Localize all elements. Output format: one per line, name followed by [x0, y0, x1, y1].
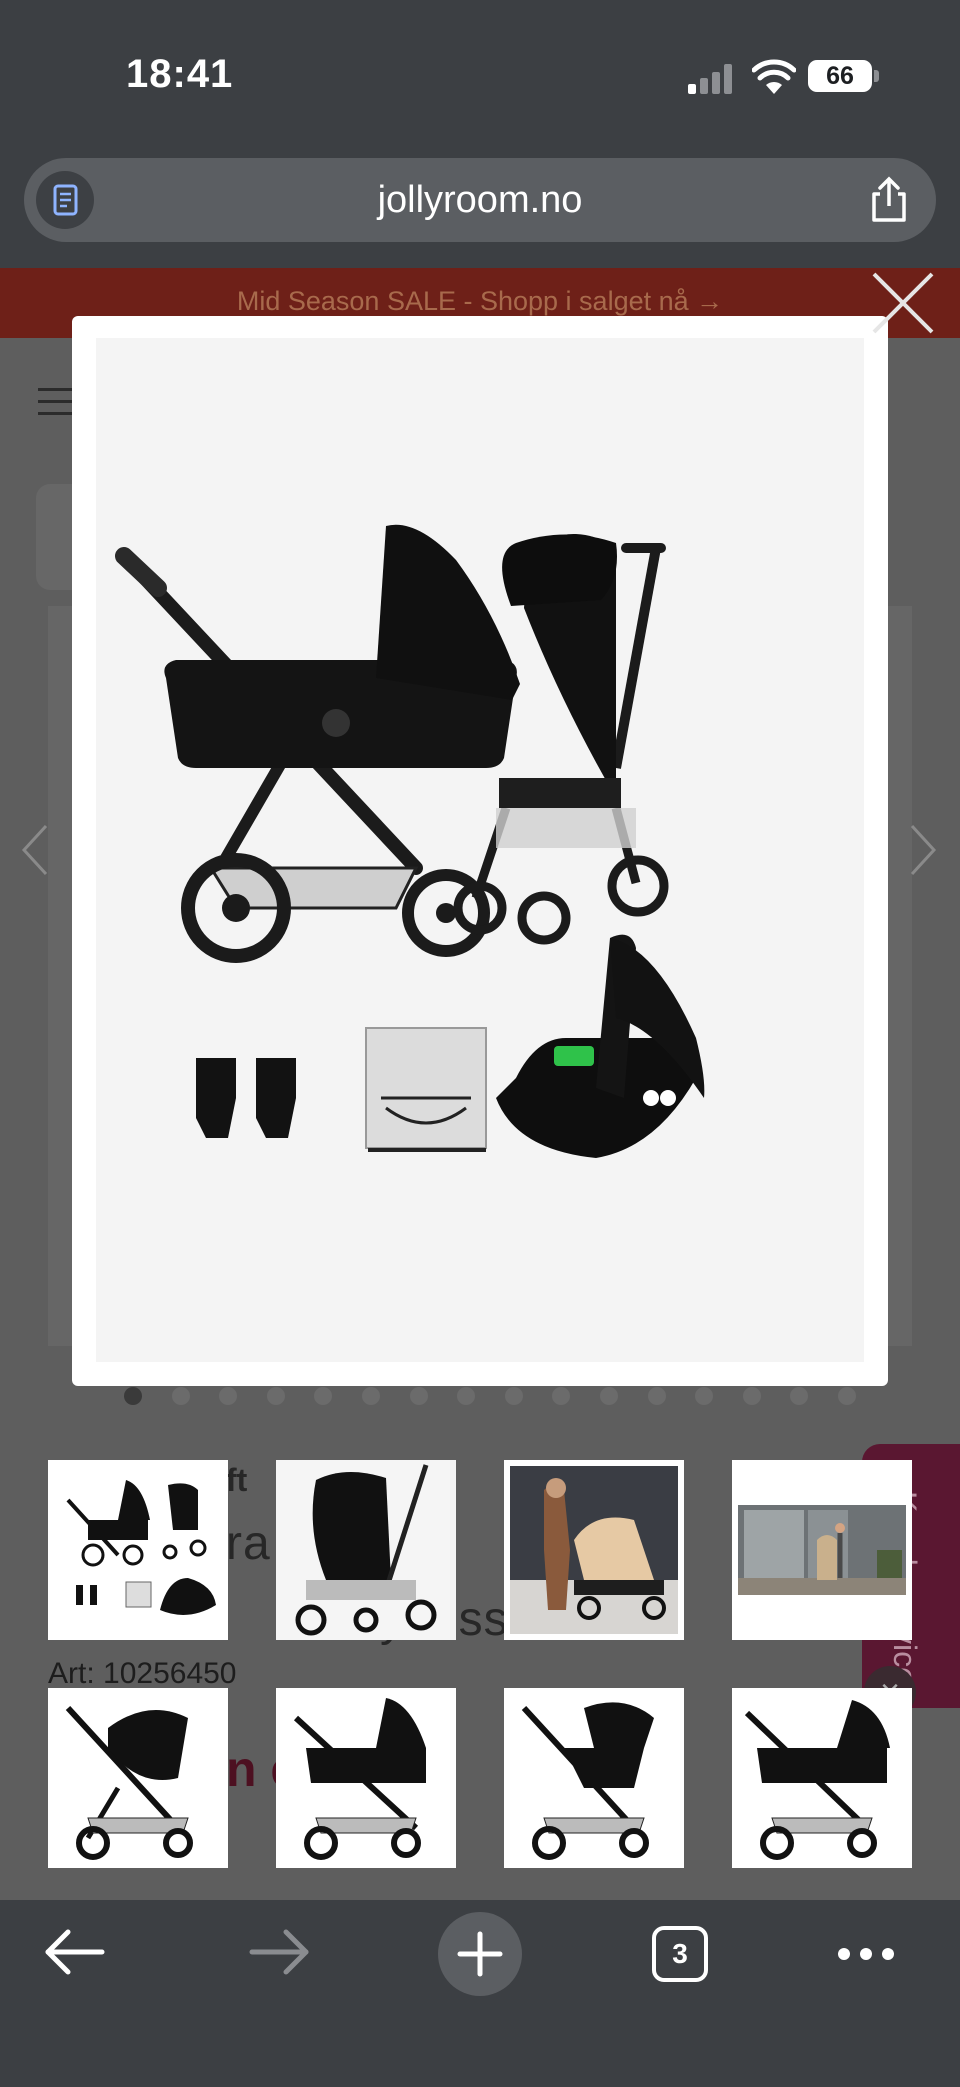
- product-image-large[interactable]: [96, 338, 864, 1362]
- battery-nub: [874, 70, 879, 82]
- status-time: 18:41: [126, 52, 234, 96]
- browser-toolbar: 3: [0, 1900, 960, 2087]
- product-brand: ft: [226, 1462, 248, 1498]
- menu-icon[interactable]: [38, 388, 74, 416]
- gallery-dot[interactable]: [838, 1387, 856, 1405]
- cellular-signal-icon: [688, 64, 734, 94]
- image-lightbox: [72, 316, 888, 1386]
- thumbnail-image: [65, 1705, 193, 1860]
- thumbnail-side-view-seat-2[interactable]: [504, 1688, 684, 1868]
- thumbnail-lifestyle-woman[interactable]: [504, 1460, 684, 1640]
- thumbnail-side-view-carrycot-2[interactable]: [732, 1688, 912, 1868]
- gallery-dot[interactable]: [600, 1387, 618, 1405]
- gallery-prev-icon[interactable]: [20, 820, 50, 880]
- wifi-icon: [752, 59, 796, 94]
- new-tab-button[interactable]: [438, 1912, 522, 1996]
- article-number: Art: 10256450: [48, 1657, 237, 1691]
- gallery-dot[interactable]: [362, 1387, 380, 1405]
- gallery-dot[interactable]: [409, 1387, 428, 1405]
- thumbnail-seat-unit[interactable]: [276, 1460, 456, 1640]
- address-bar[interactable]: jollyroom.no: [24, 158, 936, 242]
- infant-car-seat: [496, 934, 705, 1158]
- gallery-dot[interactable]: [266, 1387, 285, 1405]
- tab-switcher-button[interactable]: 3: [652, 1926, 708, 1982]
- thumbnail-system-overview[interactable]: [48, 1460, 228, 1640]
- thumbnail-side-view-seat[interactable]: [48, 1688, 228, 1868]
- more-options-icon[interactable]: [816, 1900, 916, 2000]
- thumbnail-image: [732, 1460, 912, 1640]
- gallery-next-icon[interactable]: [908, 820, 938, 880]
- forward-arrow-icon[interactable]: [228, 1900, 328, 2000]
- gallery-dot[interactable]: [742, 1387, 761, 1405]
- share-icon[interactable]: [866, 176, 912, 224]
- status-bar: 18:41 66: [0, 0, 960, 150]
- article-label: Art:: [48, 1657, 95, 1690]
- url-domain[interactable]: jollyroom.no: [24, 158, 936, 242]
- close-icon[interactable]: [868, 268, 938, 338]
- thumbnail-image: [276, 1460, 456, 1640]
- thumbnail-image: [293, 1698, 426, 1860]
- stroller-system-illustration: [115, 524, 705, 1158]
- gallery-dot[interactable]: [171, 1387, 190, 1405]
- back-arrow-icon[interactable]: [26, 1900, 126, 2000]
- gallery-dot[interactable]: [124, 1387, 142, 1405]
- gallery-dot[interactable]: [504, 1387, 523, 1405]
- article-value: 10256450: [103, 1657, 237, 1690]
- car-seat-adapters: [196, 1058, 296, 1138]
- thumbnail-image: [521, 1702, 654, 1860]
- thumbnail-lifestyle-outdoor[interactable]: [732, 1460, 912, 1640]
- thumbnail-image: [744, 1700, 890, 1860]
- thumbnail-side-view-carrycot[interactable]: [276, 1688, 456, 1868]
- battery-indicator: 66: [808, 60, 872, 92]
- gallery-dot[interactable]: [647, 1387, 666, 1405]
- thumbnail-image: [510, 1466, 678, 1634]
- browser-address-area: jollyroom.no: [0, 150, 960, 268]
- rain-cover: [365, 1027, 487, 1152]
- plus-icon: [457, 1931, 503, 1977]
- promo-text: Mid Season SALE - Shopp i salget nå →: [236, 286, 724, 316]
- thumbnail-image: [66, 1480, 216, 1615]
